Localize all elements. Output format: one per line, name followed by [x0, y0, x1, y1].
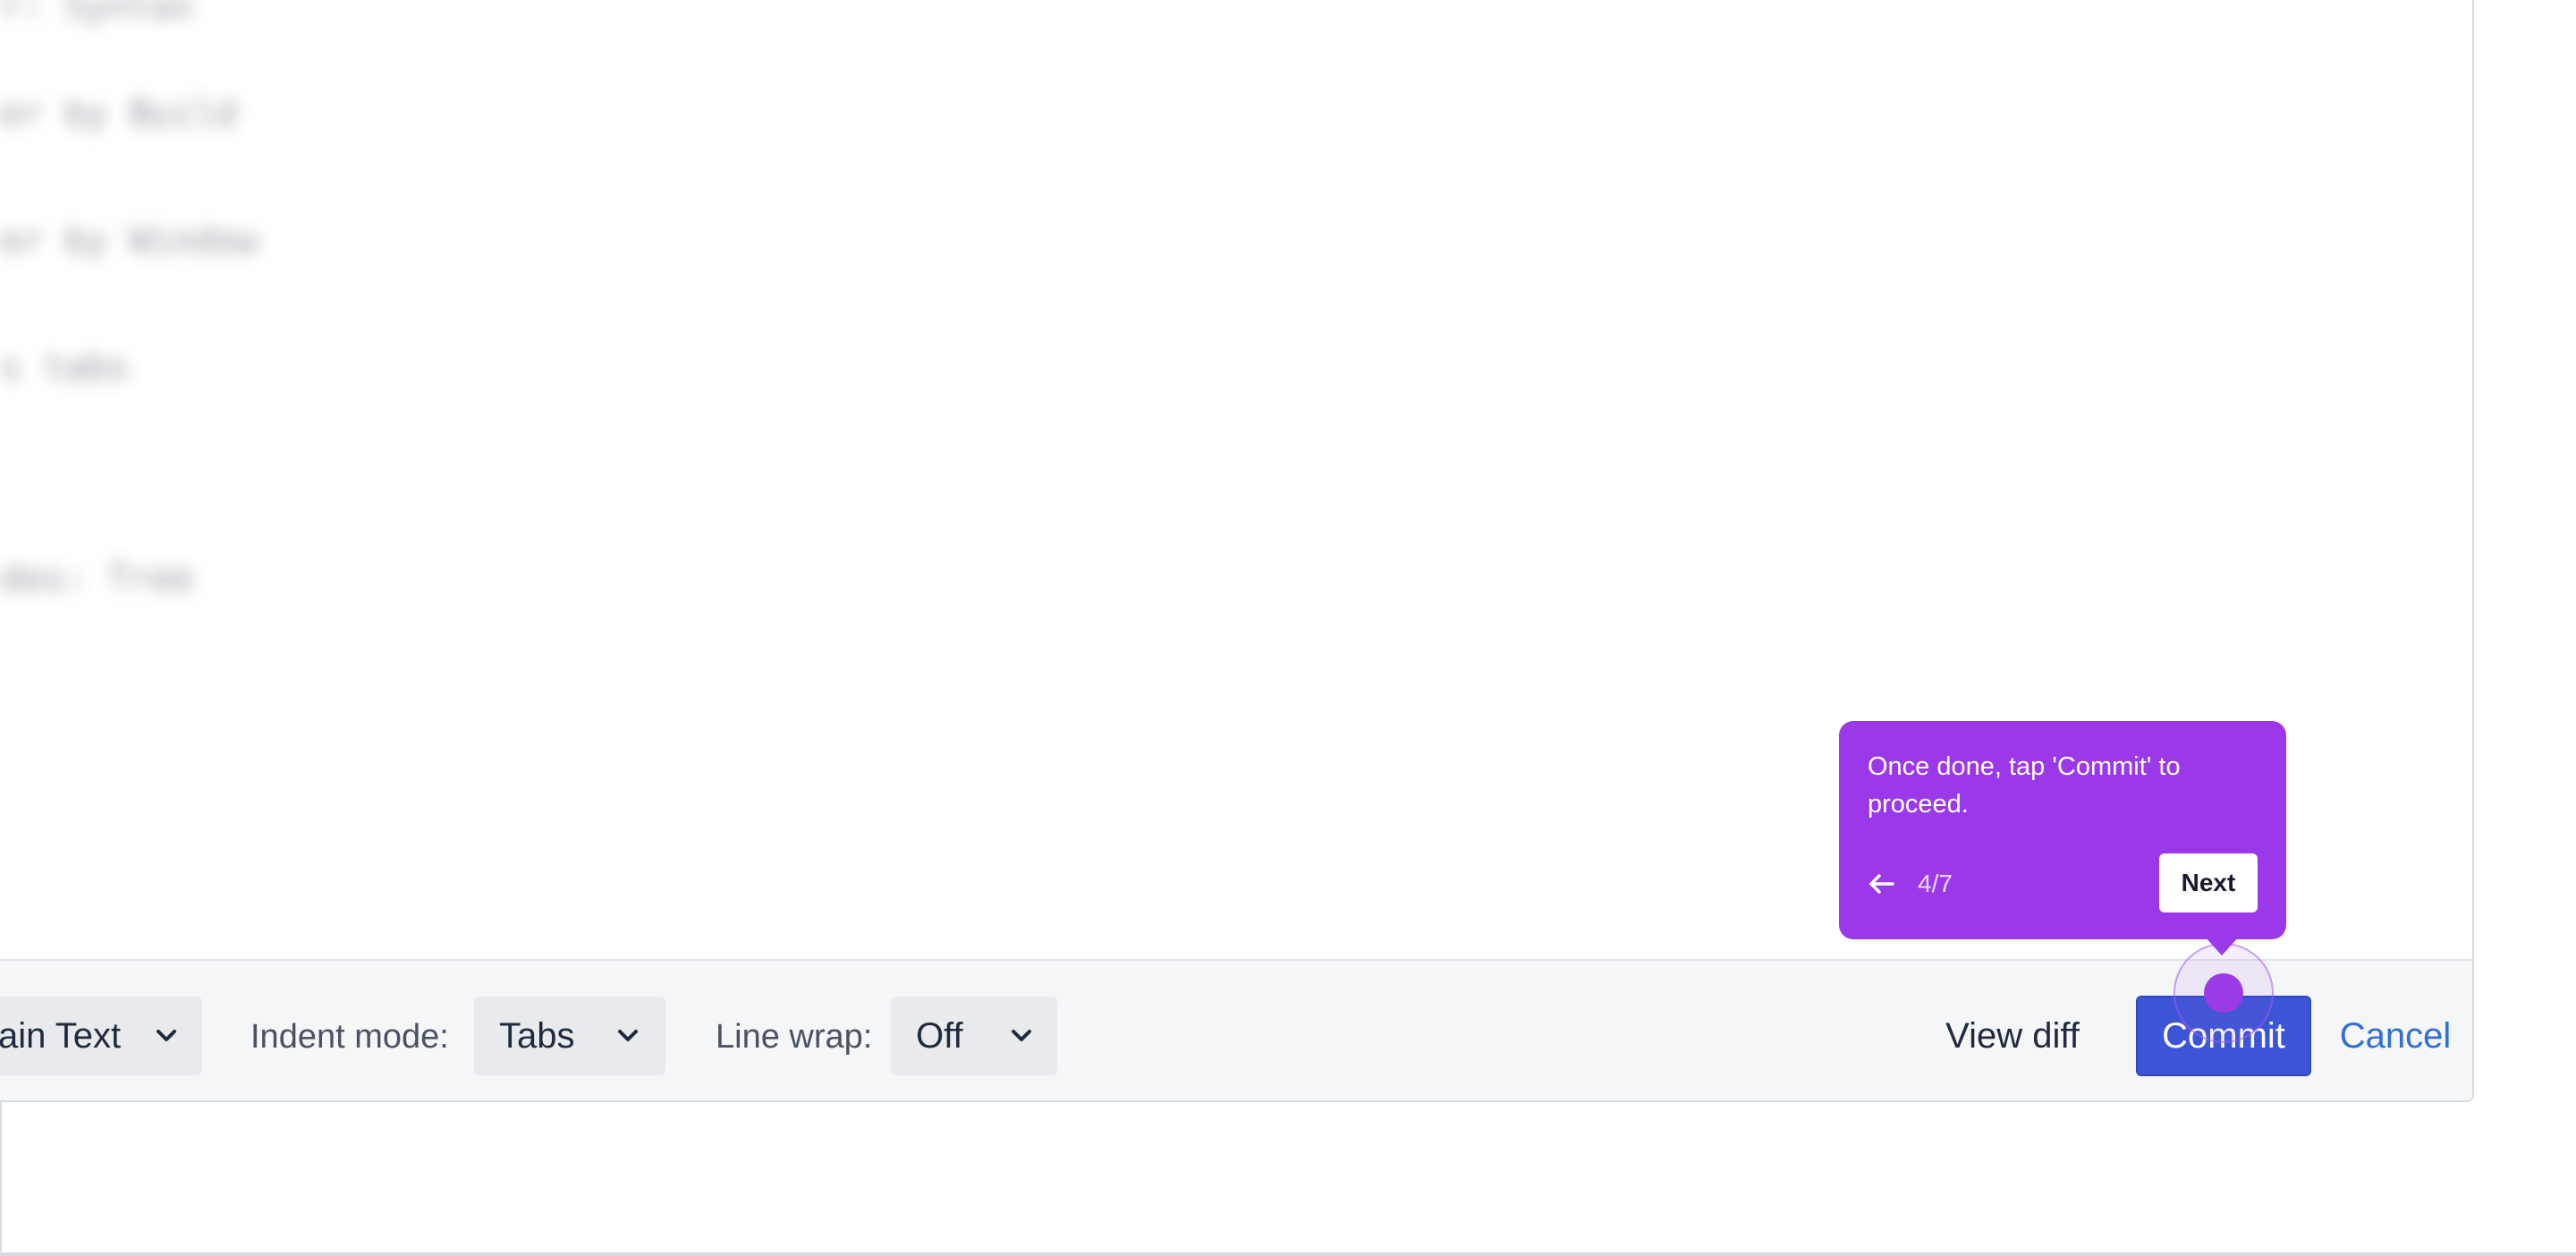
indent-mode-value: Tabs: [499, 1016, 575, 1056]
blurred-code-line: er by Window: [0, 220, 258, 261]
syntax-mode-value: ain Text: [0, 1016, 122, 1056]
tour-beacon-dot[interactable]: [2204, 973, 2243, 1013]
tour-tooltip: Once done, tap 'Commit' to proceed. 4/7 …: [1839, 721, 2286, 939]
indent-mode-select[interactable]: Tabs: [474, 997, 665, 1075]
syntax-mode-select[interactable]: ain Text: [0, 997, 202, 1075]
line-wrap-label: Line wrap:: [716, 1018, 873, 1056]
blurred-code-line: er by Build: [0, 93, 237, 134]
arrow-left-icon[interactable]: [1866, 868, 1898, 900]
blurred-code-line: s tabs: [0, 347, 130, 388]
chevron-down-icon: [157, 1030, 176, 1041]
indent-mode-label: Indent mode:: [250, 1018, 449, 1056]
view-diff-button[interactable]: View diff: [1923, 997, 2102, 1075]
chevron-down-icon: [1012, 1030, 1031, 1041]
line-wrap-value: Off: [916, 1016, 963, 1056]
tooltip-step-counter: 4/7: [1918, 870, 1953, 897]
page: r: Syntax er by Build er by Window s tab…: [0, 0, 2576, 1256]
chevron-down-icon: [618, 1030, 638, 1041]
cancel-link[interactable]: Cancel: [2333, 997, 2458, 1075]
tooltip-next-button[interactable]: Next: [2159, 853, 2258, 912]
page-bottom-border: [0, 1252, 2576, 1256]
tooltip-message: Once done, tap 'Commit' to proceed.: [1868, 752, 2181, 819]
blurred-code-line: r: Syntax: [0, 0, 194, 27]
blurred-code-line: des: Tree: [0, 558, 194, 599]
line-wrap-select[interactable]: Off: [891, 997, 1057, 1075]
